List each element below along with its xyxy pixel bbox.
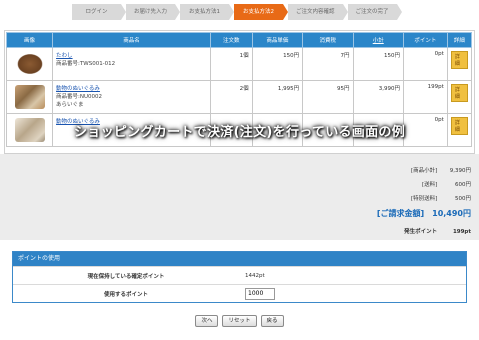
items-total-value: 9,390円 <box>449 168 471 174</box>
col-subtotal[interactable]: 小計 <box>352 32 404 48</box>
caption-overlay: ショッピングカートで決済(注文)を行っている画面の例 <box>73 125 406 140</box>
detail-cell: 詳細 <box>446 80 473 114</box>
step-delivery: お届け先入力 <box>126 4 181 20</box>
items-total-row: [商品小計] 9,390円 <box>411 166 471 174</box>
reset-button[interactable]: リセット <box>222 315 257 327</box>
points-section-title: ポイントの使用 <box>13 252 466 266</box>
grand-total-value: 10,490円 <box>432 209 471 218</box>
detail-button[interactable]: 詳細 <box>450 51 468 69</box>
product-image-cell <box>5 47 54 81</box>
col-points: ポイント <box>402 32 448 48</box>
progress-steps: ログイン お届け先入力 お支払方法1 お支払方法2 ご注文内容確認 ご注文の完了 <box>72 4 402 20</box>
earned-points-row: 発生ポイント 199pt <box>404 227 471 235</box>
grand-total-row: [ご請求金額] 10,490円 <box>377 208 471 219</box>
earned-points-value: 199pt <box>452 229 471 235</box>
product-name-link[interactable]: たわし <box>56 53 73 59</box>
col-tax: 消費税 <box>302 32 354 48</box>
cart-row: たわし 商品番号:TWS001-012 1個 150円 7円 150円 0pt … <box>5 47 473 81</box>
use-points-label: 使用するポイント <box>103 291 148 298</box>
detail-cell: 詳細 <box>446 47 473 81</box>
points-cell: 0pt <box>402 47 448 81</box>
points-section: ポイントの使用 現在保持している確定ポイント 1442pt 使用するポイント <box>12 251 467 303</box>
subtotal-sort-link[interactable]: 小計 <box>373 38 384 44</box>
use-points-row: 使用するポイント <box>13 284 466 302</box>
subtotal-cell: 150円 <box>352 47 404 81</box>
detail-button[interactable]: 詳細 <box>450 84 468 102</box>
product-image-cell <box>5 80 54 114</box>
form-buttons: 次へ リセット 戻る <box>0 315 479 327</box>
order-summary: [商品小計] 9,390円 [送料] 600円 [特別送料] 500円 [ご請求… <box>0 154 479 240</box>
special-shipping-label: [特別送料] <box>410 196 438 202</box>
shipping-value: 600円 <box>455 182 471 188</box>
next-button[interactable]: 次へ <box>195 315 219 327</box>
product-info-cell: 動物のぬいぐるみ 商品番号:NU0002 あらいぐま <box>52 80 211 114</box>
held-points-value: 1442pt <box>245 272 265 279</box>
items-total-label: [商品小計] <box>410 168 438 174</box>
unit-price-cell: 150円 <box>251 47 304 81</box>
product-variant: あらいぐま <box>56 102 84 108</box>
product-image-scrubbing-brush[interactable] <box>14 52 45 76</box>
step-payment-2: お支払方法2 <box>234 4 289 20</box>
product-image-plush-toy[interactable] <box>14 85 45 109</box>
tax-cell: 7円 <box>302 47 354 81</box>
back-button[interactable]: 戻る <box>260 315 284 327</box>
shipping-row: [送料] 600円 <box>422 180 471 188</box>
special-shipping-value: 500円 <box>455 196 471 202</box>
grand-total-label: [ご請求金額] <box>376 209 425 218</box>
product-name-link[interactable]: 動物のぬいぐるみ <box>56 86 100 92</box>
earned-points-label: 発生ポイント <box>404 229 438 235</box>
special-shipping-row: [特別送料] 500円 <box>411 194 471 202</box>
col-qty: 注文数 <box>209 32 253 48</box>
held-points-label: 現在保持している確定ポイント <box>87 273 165 280</box>
tax-cell: 95円 <box>302 80 354 114</box>
qty-cell: 2個 <box>209 80 253 114</box>
unit-price-cell: 1,995円 <box>251 80 304 114</box>
product-info-cell: たわし 商品番号:TWS001-012 <box>52 47 211 81</box>
col-product-name: 商品名 <box>52 32 211 48</box>
points-cell: 199pt <box>402 80 448 114</box>
use-points-cell <box>239 287 466 300</box>
qty-cell: 1個 <box>209 47 253 81</box>
held-points-row: 現在保持している確定ポイント 1442pt <box>13 266 466 284</box>
col-unit-price: 商品単価 <box>251 32 304 48</box>
shipping-label: [送料] <box>421 182 438 188</box>
step-payment-1: お支払方法1 <box>180 4 235 20</box>
use-points-input[interactable] <box>245 287 275 300</box>
step-login: ログイン <box>72 4 126 20</box>
subtotal-cell: 3,990円 <box>352 80 404 114</box>
cart-row: 動物のぬいぐるみ 商品番号:NU0002 あらいぐま 2個 1,995円 95円… <box>5 80 473 114</box>
step-confirm: ご注文内容確認 <box>288 4 348 20</box>
col-detail: 詳細 <box>446 32 473 48</box>
product-code: 商品番号:NU0002 <box>56 94 103 100</box>
product-code: 商品番号:TWS001-012 <box>56 61 116 67</box>
step-complete: ご注文の完了 <box>347 4 402 20</box>
col-image: 画像 <box>5 32 54 48</box>
cart-header-row: 画像 商品名 注文数 商品単価 消費税 小計 ポイント 詳細 <box>5 32 473 48</box>
